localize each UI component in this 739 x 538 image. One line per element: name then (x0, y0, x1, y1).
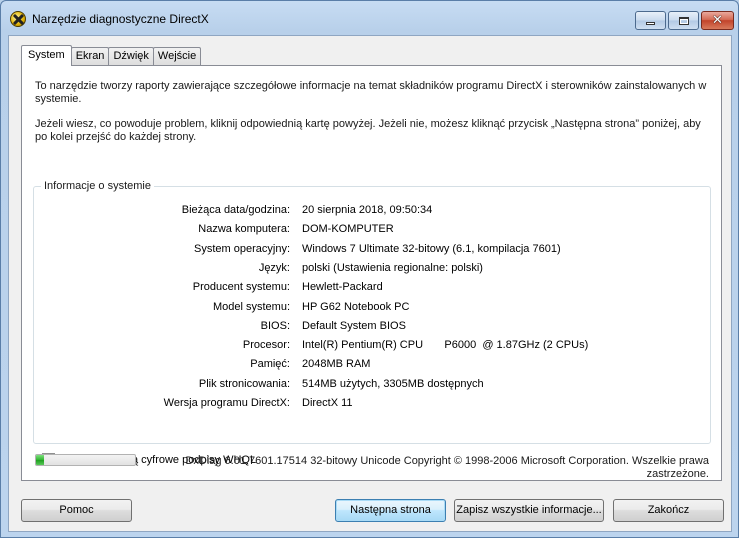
save-all-info-button[interactable]: Zapisz wszystkie informacje... (454, 499, 604, 522)
info-label: System operacyjny: (194, 242, 290, 255)
close-button[interactable]: ✕ (701, 11, 734, 30)
title-bar[interactable]: Narzędzie diagnostyczne DirectX ✕ (1, 1, 738, 35)
info-row: System operacyjny: Windows 7 Ultimate 32-… (34, 243, 710, 257)
info-label: Język: (258, 261, 290, 274)
info-row: Model systemu: HP G62 Notebook PC (34, 301, 710, 315)
info-row: Nazwa komputera: DOM-KOMPUTER (34, 223, 710, 237)
info-row: Producent systemu: Hewlett-Packard (34, 281, 710, 295)
info-value: polski (Ustawienia regionalne: polski) (302, 261, 483, 274)
dxdiag-window: Narzędzie diagnostyczne DirectX ✕ System… (0, 0, 739, 538)
status-text: DxDiag 6.01.7601.17514 32-bitowy Unicode… (185, 455, 709, 480)
info-row: Bieżąca data/godzina: 20 sierpnia 2018, 0… (34, 204, 710, 218)
info-value: 2048MB RAM (302, 358, 371, 371)
info-value: HP G62 Notebook PC (302, 300, 410, 313)
info-value: DirectX 11 (302, 397, 353, 409)
info-row: Wersja programu DirectX: DirectX 11 (34, 397, 710, 411)
exit-button[interactable]: Zakończ (613, 499, 724, 522)
info-value: 514MB użytych, 3305MB dostępnych (302, 377, 484, 390)
intro-paragraph-2: Jeżeli wiesz, co powoduje problem, klikn… (35, 118, 701, 143)
help-button[interactable]: Pomoc (21, 499, 132, 522)
system-info-group: Informacje o systemie Bieżąca data/godzi… (33, 180, 711, 444)
client-area: System Ekran Dźwięk Wejście To narzędzie tw… (8, 35, 732, 532)
info-label: Producent systemu: (192, 281, 290, 294)
info-label: Pamięć: (250, 358, 290, 371)
directx-app-icon (10, 11, 26, 27)
info-label: Model systemu: (212, 300, 290, 313)
window-title: Narzędzie diagnostyczne DirectX (32, 12, 209, 26)
info-value: Intel(R) Pentium(R) CPU P6000 @ 1.87GHz … (302, 339, 589, 352)
info-value: Default System BIOS (302, 319, 406, 332)
close-icon: ✕ (712, 13, 723, 28)
info-value: 20 sierpnia 2018, 09:50:34 (302, 204, 433, 216)
minimize-button[interactable] (635, 11, 666, 30)
info-label: Nazwa komputera: (198, 223, 290, 236)
info-row: Pamięć: 2048MB RAM (34, 358, 710, 372)
minimize-icon (646, 22, 655, 25)
tab-2[interactable]: Dźwięk (108, 47, 154, 66)
next-page-button[interactable]: Następna strona (335, 499, 446, 522)
progress-bar (35, 454, 136, 466)
info-row: Język: polski (Ustawienia regionalne: pol… (34, 262, 710, 276)
intro-paragraph-1: To narzędzie tworzy raporty zawierające … (35, 80, 707, 105)
intro-text: To narzędzie tworzy raporty zawierające … (35, 80, 715, 156)
info-label: Procesor: (242, 339, 290, 352)
maximize-icon (678, 16, 689, 25)
info-label: BIOS: (260, 319, 290, 332)
progress-fill (36, 455, 44, 465)
info-label: Wersja programu DirectX: (163, 397, 290, 409)
tab-panel-system: To narzędzie tworzy raporty zawierające … (21, 65, 722, 481)
tab-0[interactable]: System (21, 45, 72, 66)
info-row: BIOS: Default System BIOS (34, 320, 710, 334)
tab-strip: System Ekran Dźwięk Wejście (21, 45, 202, 66)
tab-3[interactable]: Wejście (152, 47, 202, 66)
info-value: Windows 7 Ultimate 32-bitowy (6.1, kompi… (302, 242, 561, 255)
maximize-button[interactable] (668, 11, 699, 30)
group-title: Informacje o systemie (41, 180, 154, 192)
info-value: DOM-KOMPUTER (302, 223, 394, 236)
tab-1[interactable]: Ekran (70, 47, 110, 66)
info-label: Plik stronicowania: (198, 377, 290, 390)
info-row: Plik stronicowania: 514MB użytych, 3305MB… (34, 378, 710, 392)
info-row: Procesor: Intel(R) Pentium(R) CPU P6000 @… (34, 339, 710, 353)
info-label: Bieżąca data/godzina: (181, 204, 290, 216)
info-value: Hewlett-Packard (302, 281, 383, 294)
